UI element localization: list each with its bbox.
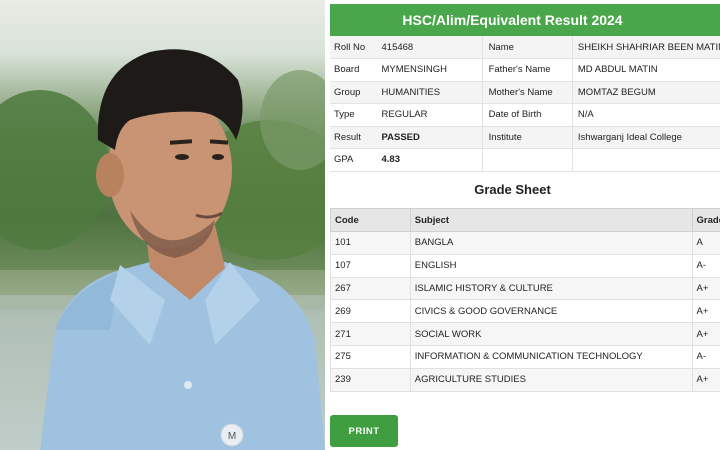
grade-row: 275 INFORMATION & COMMUNICATION TECHNOLOG… xyxy=(330,344,720,369)
info-label: Roll No xyxy=(330,36,380,59)
info-label: Name xyxy=(482,36,573,59)
info-row: Board MYMENSINGH Father's Name MD ABDUL MAT… xyxy=(330,58,720,82)
info-label: GPA xyxy=(330,148,380,172)
grade-row: 267 ISLAMIC HISTORY & CULTURE A+ xyxy=(330,276,720,301)
info-value: PASSED xyxy=(379,126,483,149)
column-header-code: Code xyxy=(330,208,411,232)
subject-name: ISLAMIC HISTORY & CULTURE xyxy=(409,276,693,301)
info-value: Ishwarganj Ideal College xyxy=(572,126,720,149)
info-label: Date of Birth xyxy=(482,103,573,127)
subject-grade: A+ xyxy=(691,276,720,301)
info-value: 4.83 xyxy=(379,148,483,172)
info-label: Board xyxy=(330,58,380,82)
student-portrait: M xyxy=(0,49,325,450)
student-photo: M xyxy=(0,0,325,450)
info-value: SHEIKH SHAHRIAR BEEN MATIN xyxy=(572,36,720,59)
student-info-table: Roll No 415468 Name SHEIKH SHAHRIAR BEEN MA… xyxy=(330,36,720,172)
subject-name: INFORMATION & COMMUNICATION TECHNOLOGY xyxy=(409,344,693,369)
subject-name: SOCIAL WORK xyxy=(409,322,693,346)
info-row: GPA 4.83 xyxy=(330,148,720,172)
info-value: MOMTAZ BEGUM xyxy=(572,81,720,104)
column-header-grade: Grade xyxy=(691,208,720,232)
subject-name: ENGLISH xyxy=(409,253,693,278)
subject-code: 101 xyxy=(330,231,411,255)
subject-code: 239 xyxy=(330,367,411,392)
info-value: MD ABDUL MATIN xyxy=(572,58,720,82)
grade-row: 101 BANGLA A xyxy=(330,231,720,255)
result-title: HSC/Alim/Equivalent Result 2024 xyxy=(330,4,720,36)
subject-grade: A+ xyxy=(691,367,720,392)
info-label: Mother's Name xyxy=(482,81,573,104)
grade-sheet-header-row: Code Subject Grade xyxy=(330,208,720,232)
info-label: Institute xyxy=(482,126,573,149)
subject-code: 107 xyxy=(330,253,411,278)
info-row: Roll No 415468 Name SHEIKH SHAHRIAR BEEN MA… xyxy=(330,36,720,59)
subject-grade: A- xyxy=(691,344,720,369)
print-button[interactable]: PRINT xyxy=(330,415,398,447)
subject-code: 275 xyxy=(330,344,411,369)
shirt-logo: M xyxy=(228,431,236,442)
info-label: Result xyxy=(330,126,380,149)
result-panel: HSC/Alim/Equivalent Result 2024 Roll No 4… xyxy=(325,0,720,450)
column-header-subject: Subject xyxy=(409,208,693,232)
grade-sheet-table: Code Subject Grade 101BANGLAA107ENGLISHA… xyxy=(330,208,720,392)
grade-row: 269 CIVICS & GOOD GOVERNANCE A+ xyxy=(330,299,720,324)
info-label: Father's Name xyxy=(482,58,573,82)
subject-grade: A xyxy=(691,231,720,255)
subject-name: AGRICULTURE STUDIES xyxy=(409,367,693,392)
info-value: REGULAR xyxy=(379,103,483,127)
grade-row: 239 AGRICULTURE STUDIES A+ xyxy=(330,367,720,392)
info-value: HUMANITIES xyxy=(379,81,483,104)
subject-grade: A- xyxy=(691,253,720,278)
info-value: N/A xyxy=(572,103,720,127)
subject-name: BANGLA xyxy=(409,231,693,255)
subject-name: CIVICS & GOOD GOVERNANCE xyxy=(409,299,693,324)
info-row: Group HUMANITIES Mother's Name MOMTAZ BEGUM xyxy=(330,81,720,104)
subject-grade: A+ xyxy=(691,299,720,324)
subject-code: 269 xyxy=(330,299,411,324)
subject-grade: A+ xyxy=(691,322,720,346)
info-value xyxy=(572,148,720,172)
grade-sheet-title: Grade Sheet xyxy=(474,182,551,197)
grade-row: 271 SOCIAL WORK A+ xyxy=(330,322,720,346)
info-value: 415468 xyxy=(379,36,483,59)
grade-row: 107 ENGLISH A- xyxy=(330,253,720,278)
info-label: Group xyxy=(330,81,380,104)
info-label: Type xyxy=(330,103,380,127)
info-row: Result PASSED Institute Ishwarganj Ideal Co… xyxy=(330,126,720,149)
subject-code: 267 xyxy=(330,276,411,301)
subject-code: 271 xyxy=(330,322,411,346)
info-value: MYMENSINGH xyxy=(379,58,483,82)
info-label xyxy=(482,148,573,172)
info-row: Type REGULAR Date of Birth N/A xyxy=(330,103,720,127)
